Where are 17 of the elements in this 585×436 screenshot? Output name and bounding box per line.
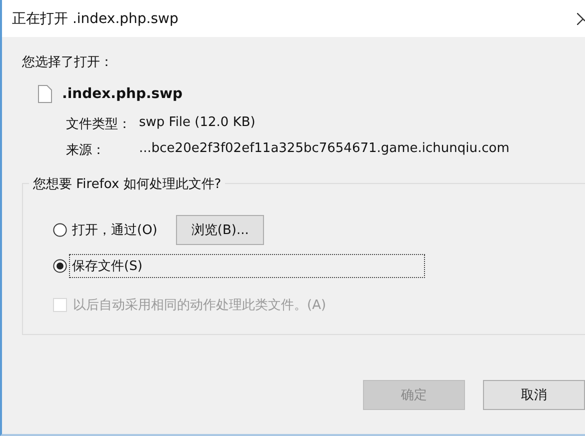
file-name: .index.php.swp: [62, 86, 183, 102]
source-value: ...bce20e2f3f02ef11a325bc7654671.game.ichunqiu.com: [139, 141, 510, 158]
browse-button[interactable]: 浏览(B)...: [176, 215, 264, 245]
checkbox-label: 以后自动采用相同的动作处理此类文件。(A): [73, 297, 326, 314]
type-value: swp File (12.0 KB): [139, 115, 256, 132]
radio-button[interactable]: [53, 223, 67, 237]
group-title: 您想要 Firefox 如何处理此文件?: [29, 175, 226, 193]
intro-text: 您选择了打开：: [22, 54, 114, 71]
type-label: 文件类型：: [66, 116, 131, 133]
radio-button[interactable]: [53, 259, 67, 273]
close-icon[interactable]: [577, 12, 585, 24]
option-label[interactable]: 保存文件(S): [69, 254, 425, 278]
document-icon: [38, 85, 52, 103]
source-label: 来源：: [66, 142, 106, 159]
window-title: 正在打开 .index.php.swp: [12, 10, 178, 28]
cancel-button[interactable]: 取消: [483, 380, 585, 410]
option-label[interactable]: 打开，通过(O): [69, 218, 160, 242]
